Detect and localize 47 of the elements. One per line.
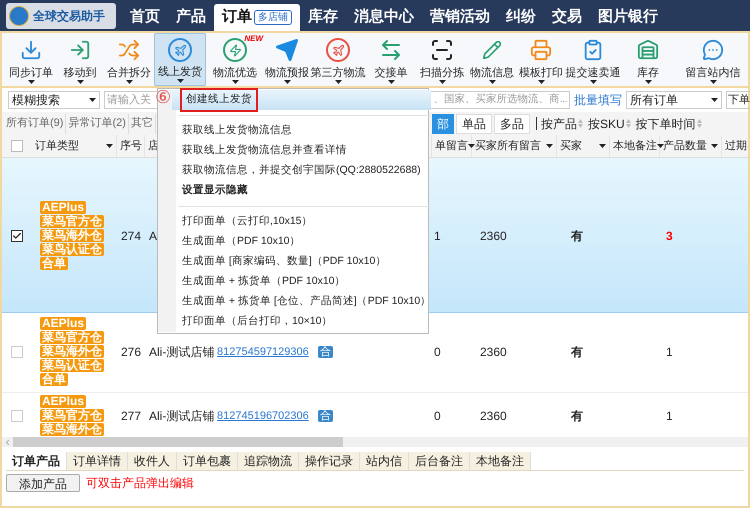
nav-tab-label: 纠纷: [506, 7, 536, 28]
table-cell: 0: [434, 344, 441, 358]
nav-tab-label: 营销活动: [430, 7, 490, 28]
order-type-tag: AEPlus: [40, 201, 86, 214]
order-type-tag: AEPlus: [40, 317, 86, 330]
table-cell: 1: [434, 228, 441, 242]
table-cell: Ali-测试店铺: [149, 408, 214, 422]
nav-tab-label: 图片银行: [598, 7, 658, 28]
table-cell: A: [149, 228, 158, 242]
new-label: NEW: [244, 34, 263, 43]
order-type-tag: 菜鸟海外仓: [40, 423, 104, 436]
table-cell: 0: [434, 408, 441, 422]
order-type-tag: 合单: [40, 257, 68, 270]
table-cell: 有: [571, 228, 583, 242]
table-cell: 1: [666, 344, 673, 358]
table-cell: Ali-测试店铺: [149, 344, 214, 358]
nav-tab-label: 首页: [130, 7, 160, 28]
store-badge: 多店铺: [254, 10, 292, 25]
table-cell: 2360: [480, 344, 507, 358]
merged-badge: 合: [318, 410, 333, 422]
nav-tab-label: 交易: [552, 7, 582, 28]
table-cell: 276: [121, 344, 142, 358]
order-type-tag: 菜鸟官方仓: [40, 331, 104, 344]
order-type-tag: 菜鸟认证仓: [40, 243, 104, 256]
app-name: 全球交易助手: [33, 8, 105, 24]
table-cell: 2360: [480, 408, 507, 422]
nav-tab-label: 订单: [222, 7, 252, 28]
table-cell: 2360: [480, 228, 507, 242]
merged-badge: 合: [318, 346, 333, 358]
order-type-tag: 菜鸟海外仓: [40, 229, 104, 242]
order-type-tag: 菜鸟官方仓: [40, 409, 104, 422]
nav-tab-label: 库存: [308, 7, 338, 28]
table-cell: 有: [571, 344, 583, 358]
table-cell: 有: [571, 408, 583, 422]
nav-tab-label: 产品: [176, 7, 206, 28]
order-type-tag: 菜鸟认证仓: [40, 359, 104, 372]
table-cell: 3: [666, 228, 673, 242]
order-type-tag: AEPlus: [40, 395, 86, 408]
table-cell: 277: [121, 408, 142, 422]
edit-hint: 可双击产品弹出编辑: [86, 475, 194, 492]
table-cell: 274: [121, 228, 142, 242]
order-type-tag: 合单: [40, 373, 68, 386]
nav-tab-label: 消息中心: [354, 7, 414, 28]
order-type-tag: 菜鸟官方仓: [40, 215, 104, 228]
step-number-label: ⑥: [155, 87, 171, 107]
table-cell: 1: [666, 408, 673, 422]
order-type-tag: 菜鸟海外仓: [40, 345, 104, 358]
